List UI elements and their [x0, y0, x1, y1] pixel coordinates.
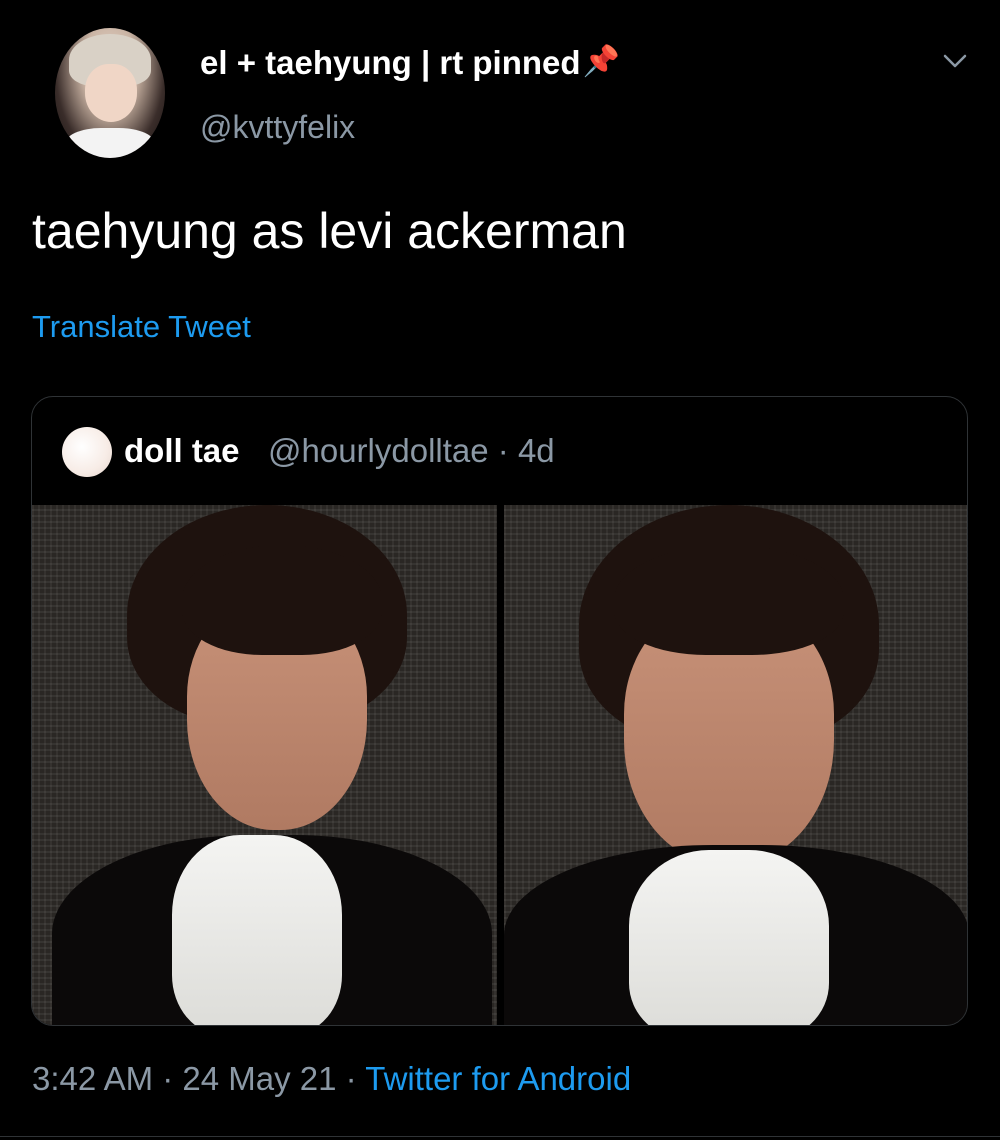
tweet-timestamp[interactable]: 3:42 AM · 24 May 21 ·	[32, 1060, 365, 1097]
author-display-name-text: el + taehyung | rt pinned	[200, 44, 581, 81]
quoted-photo-left[interactable]	[32, 505, 497, 1025]
tweet-source-link[interactable]: Twitter for Android	[365, 1060, 631, 1097]
avatar-face	[85, 64, 137, 122]
quoted-tweet-card[interactable]: doll tae @hourlydolltae · 4d	[31, 396, 968, 1026]
photo-hair-fringe	[614, 545, 844, 655]
tweet-footer: 3:42 AM · 24 May 21 · Twitter for Androi…	[32, 1060, 631, 1098]
quoted-author-avatar	[62, 427, 112, 477]
photo-cravat	[629, 850, 829, 1025]
divider	[0, 1136, 1000, 1137]
author-display-name[interactable]: el + taehyung | rt pinned📌	[200, 44, 620, 82]
tweet-text: taehyung as levi ackerman	[32, 203, 627, 259]
avatar-shirt	[65, 128, 155, 158]
quoted-author-meta: @hourlydolltae · 4d	[268, 432, 555, 469]
photo-hair-fringe	[182, 545, 382, 655]
author-avatar[interactable]	[55, 28, 165, 158]
author-handle[interactable]: @kvttyfelix	[200, 109, 355, 146]
chevron-down-icon[interactable]	[940, 48, 970, 74]
photo-cravat	[172, 835, 342, 1025]
quoted-photo-right[interactable]	[504, 505, 967, 1025]
translate-tweet-link[interactable]: Translate Tweet	[32, 309, 251, 345]
quoted-author-name: doll tae	[124, 432, 240, 469]
quoted-tweet-header: doll tae @hourlydolltae · 4d	[32, 397, 967, 507]
pushpin-icon: 📌	[582, 45, 620, 78]
